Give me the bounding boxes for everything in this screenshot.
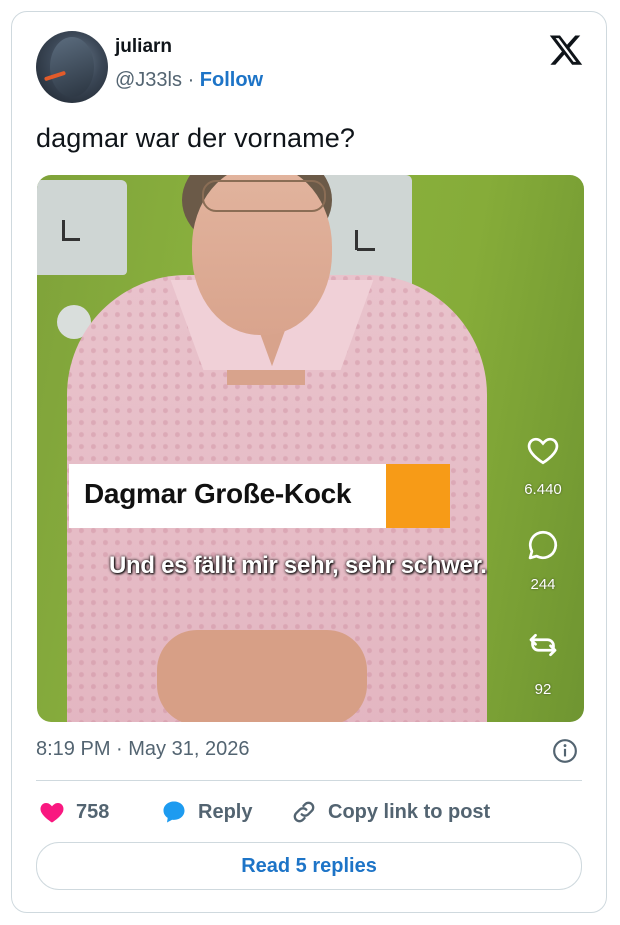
clock-left xyxy=(37,180,127,275)
video-comment-icon[interactable] xyxy=(525,527,561,563)
like-count: 758 xyxy=(76,800,110,823)
video-media[interactable]: Dagmar Große-Kock Und es fällt mir sehr,… xyxy=(37,175,584,722)
name-caption: Dagmar Große-Kock xyxy=(84,478,352,509)
caption-accent-block xyxy=(386,464,450,528)
video-comment-count: 244 xyxy=(530,576,556,593)
x-logo-icon[interactable] xyxy=(548,32,584,68)
user-avatar[interactable] xyxy=(36,31,108,103)
reply-label: Reply xyxy=(198,800,253,823)
user-handle-row: @J33ls · Follow xyxy=(115,69,263,92)
like-heart-icon xyxy=(40,803,64,823)
like-action[interactable]: 758 xyxy=(38,798,109,826)
name-caption-box: Dagmar Große-Kock xyxy=(69,464,386,528)
reply-bubble-icon xyxy=(163,801,185,823)
copy-link-action[interactable]: Copy link to post xyxy=(290,798,490,826)
video-heart-icon[interactable] xyxy=(525,432,561,468)
video-share-icon[interactable] xyxy=(525,627,561,663)
person-glasses xyxy=(202,180,326,212)
copy-link-label: Copy link to post xyxy=(328,800,491,823)
user-handle[interactable]: @J33ls xyxy=(115,69,182,91)
handle-separator: · xyxy=(187,69,195,91)
reply-action[interactable]: Reply xyxy=(160,798,252,826)
video-like-count: 6.440 xyxy=(524,481,562,498)
read-replies-label: Read 5 replies xyxy=(241,854,377,877)
person-hands xyxy=(157,630,367,722)
video-share-count: 92 xyxy=(534,681,552,698)
tweet-text: dagmar war der vorname? xyxy=(36,123,355,153)
tweet-timestamp[interactable]: 8:19 PM · May 31, 2026 xyxy=(36,738,249,761)
avatar-face xyxy=(50,37,94,97)
video-subtitle: Und es fällt mir sehr, sehr schwer. xyxy=(109,552,487,579)
info-icon[interactable] xyxy=(552,738,578,764)
follow-button[interactable]: Follow xyxy=(200,69,263,91)
tweet-card: juliarn @J33ls · Follow dagmar war der v… xyxy=(11,11,607,913)
link-icon xyxy=(293,801,315,823)
user-display-name[interactable]: juliarn xyxy=(115,36,172,58)
read-replies-button[interactable]: Read 5 replies xyxy=(36,842,582,890)
divider xyxy=(36,780,582,781)
